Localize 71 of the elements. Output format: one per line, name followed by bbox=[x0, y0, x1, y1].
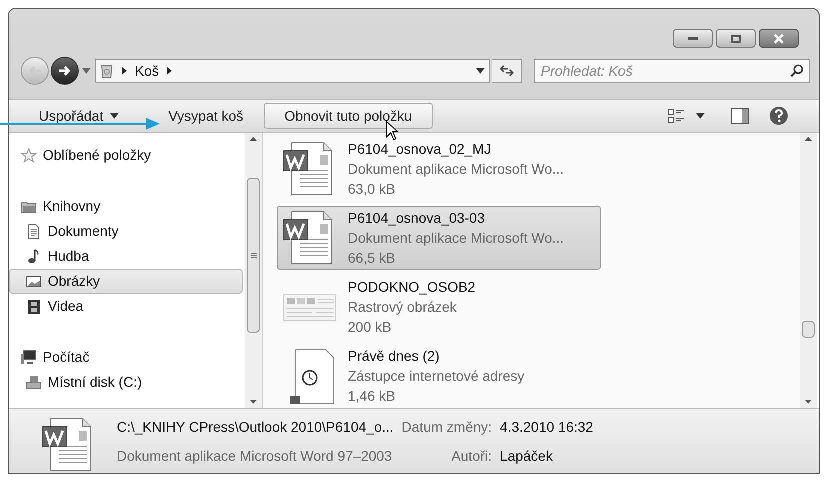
dropdown-arrow-icon[interactable] bbox=[82, 68, 91, 74]
nav-item[interactable]: Videa bbox=[9, 294, 243, 319]
breadcrumb-item[interactable]: Koš bbox=[135, 60, 160, 82]
property-value: Lapáček bbox=[500, 447, 554, 466]
nav-item[interactable]: Počítač bbox=[17, 345, 245, 370]
property-value: 4.3.2010 16:32 bbox=[500, 418, 594, 437]
scrollbar[interactable] bbox=[800, 133, 817, 408]
file-type: Rastrový obrázek bbox=[348, 298, 458, 317]
file-name: P6104_osnova_03-03 bbox=[348, 209, 486, 228]
property-label: Datum změny: bbox=[402, 418, 492, 437]
file-type: Dokument aplikace Microsoft Word 97–2003 bbox=[117, 447, 394, 466]
close-button[interactable] bbox=[759, 29, 799, 48]
dropdown-arrow-icon bbox=[696, 113, 705, 119]
nav-item[interactable]: Obrázky bbox=[9, 269, 243, 294]
file-size: 63,0 kB bbox=[348, 180, 396, 199]
dropdown-arrow-icon bbox=[476, 68, 485, 74]
nav-item[interactable]: Dokumenty bbox=[9, 219, 243, 244]
file-item[interactable]: P6104_osnova_03-03 Dokument aplikace Microsoft Wo... 66,5 kB bbox=[277, 206, 601, 270]
file-type: Dokument aplikace Microsoft Wo... bbox=[348, 229, 564, 248]
picture-icon bbox=[26, 274, 42, 290]
scroll-thumb[interactable] bbox=[247, 178, 260, 333]
breadcrumb-arrow-icon[interactable] bbox=[167, 67, 172, 75]
scroll-up-icon[interactable] bbox=[805, 137, 812, 141]
organize-menu[interactable]: Uspořádat bbox=[39, 106, 119, 126]
computer-icon bbox=[21, 350, 37, 366]
view-options-button[interactable] bbox=[668, 109, 705, 123]
file-item[interactable]: Právě dnes (2) Zástupce internetové adresy 1,46 kB bbox=[277, 344, 601, 408]
file-name: Právě dnes (2) bbox=[348, 347, 441, 366]
disk-icon bbox=[26, 374, 42, 390]
nav-item[interactable]: Oblíbené položky bbox=[17, 143, 245, 168]
refresh-icon bbox=[498, 65, 514, 77]
film-icon bbox=[26, 298, 42, 314]
scroll-up-icon[interactable] bbox=[250, 137, 257, 141]
address-bar[interactable]: Koš bbox=[95, 59, 490, 83]
forward-arrow-icon bbox=[58, 65, 72, 77]
list-view-icon bbox=[668, 109, 684, 123]
property-label: Autoři: bbox=[450, 447, 492, 466]
nav-item[interactable]: Místní disk (C:) bbox=[9, 370, 243, 395]
scroll-thumb[interactable] bbox=[802, 321, 815, 338]
toolbar-button[interactable]: Vysypat koš bbox=[166, 103, 246, 129]
scroll-down-icon[interactable] bbox=[250, 400, 257, 404]
maximize-button[interactable] bbox=[716, 29, 756, 48]
recycle-bin-icon bbox=[100, 63, 114, 79]
file-size: 66,5 kB bbox=[348, 249, 396, 268]
file-name: P6104_osnova_02_MJ bbox=[348, 140, 492, 159]
grip-icon bbox=[250, 252, 256, 258]
toolbar-button[interactable]: Obnovit tuto položku bbox=[264, 103, 434, 129]
file-name: PODOKNO_OSOB2 bbox=[348, 278, 476, 297]
file-item[interactable]: PODOKNO_OSOB2 Rastrový obrázek 200 kB bbox=[277, 275, 601, 339]
close-icon bbox=[773, 34, 785, 44]
nav-item[interactable]: Knihovny bbox=[17, 194, 245, 219]
file-type: Zástupce internetové adresy bbox=[348, 367, 525, 386]
scrollbar[interactable] bbox=[245, 133, 262, 408]
file-path: C:\_KNIHY CPress\Outlook 2010\P6104_o... bbox=[117, 418, 394, 437]
file-size: 1,46 kB bbox=[348, 387, 396, 406]
file-type: Dokument aplikace Microsoft Wo... bbox=[348, 160, 564, 179]
star-icon bbox=[21, 148, 37, 164]
dropdown-arrow-icon bbox=[110, 113, 119, 119]
file-size: 200 kB bbox=[348, 318, 393, 337]
document-icon bbox=[26, 224, 42, 240]
scroll-down-icon[interactable] bbox=[805, 400, 812, 404]
preview-pane-icon[interactable] bbox=[731, 108, 749, 124]
search-icon[interactable] bbox=[790, 64, 804, 78]
forward-button[interactable] bbox=[51, 57, 79, 85]
minimize-button[interactable] bbox=[673, 29, 713, 48]
refresh-button[interactable] bbox=[492, 59, 522, 83]
breadcrumb-arrow-icon[interactable] bbox=[122, 67, 127, 75]
nav-item[interactable]: Hudba bbox=[9, 244, 243, 269]
search-field[interactable]: Prohledat: Koš bbox=[534, 59, 810, 83]
file-item[interactable]: P6104_osnova_02_MJ Dokument aplikace Microsoft Wo... 63,0 kB bbox=[277, 137, 601, 201]
help-icon[interactable] bbox=[769, 106, 789, 126]
